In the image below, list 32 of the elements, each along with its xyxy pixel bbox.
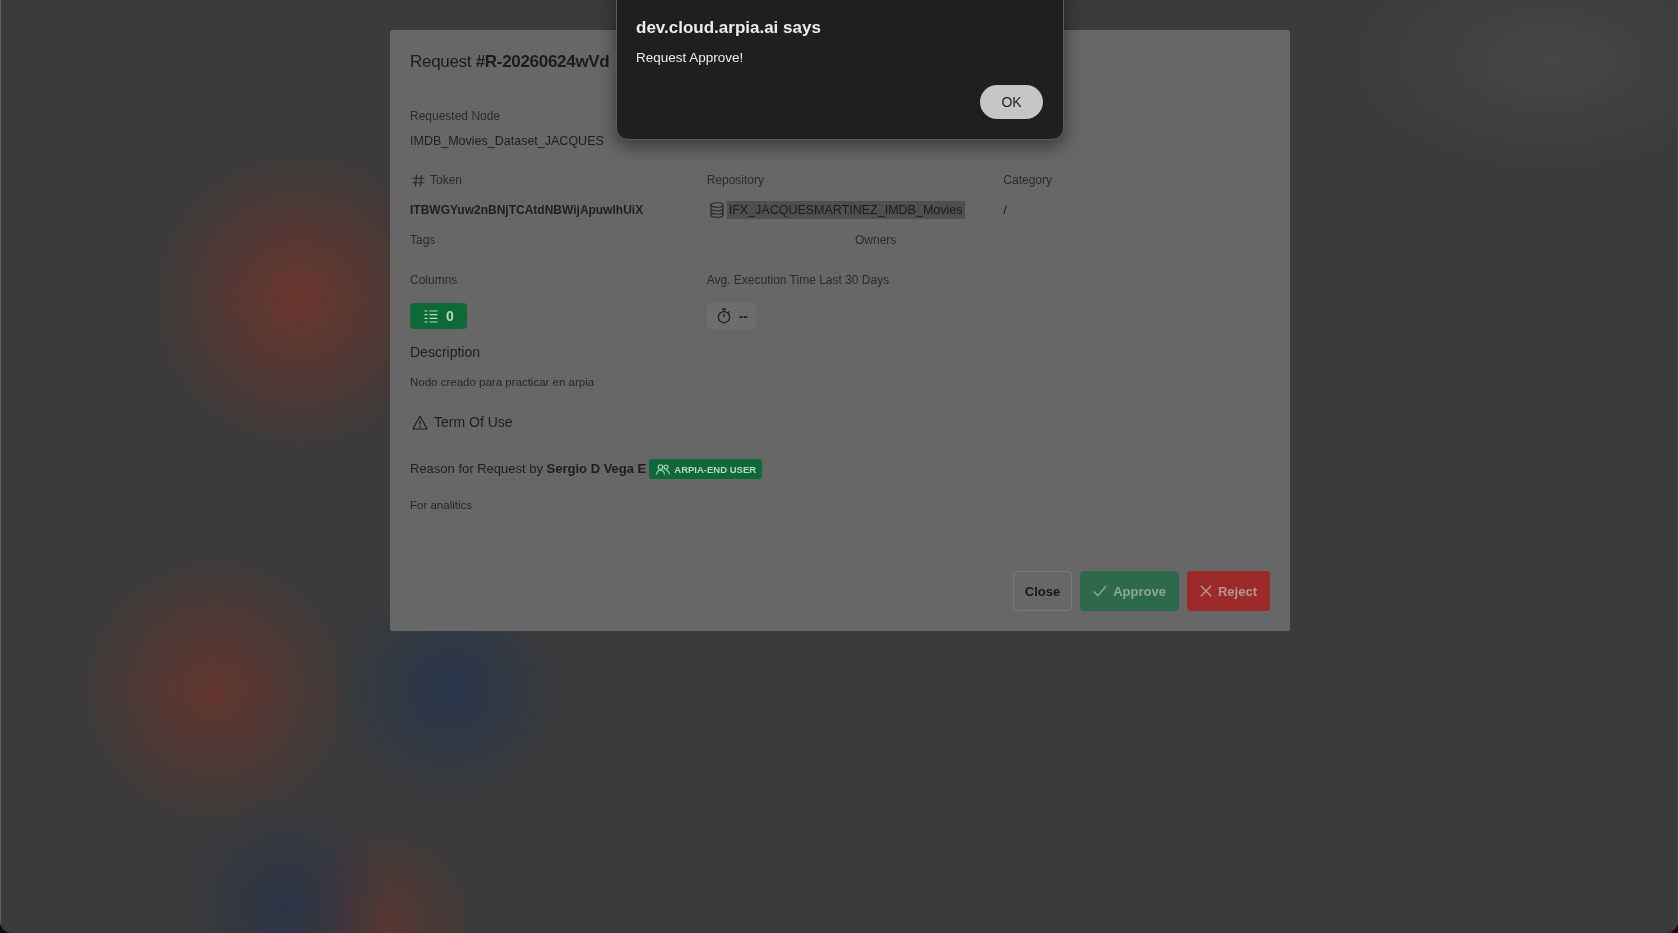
warning-icon [412, 414, 428, 430]
field-label: Repository [706, 172, 764, 188]
columns-list-icon [424, 309, 438, 323]
field-value: IMDB_Movies_Dataset_JACQUES [410, 133, 604, 150]
field-label: Requested Node [410, 108, 501, 124]
terms-of-use-link[interactable]: Term Of Use [434, 413, 513, 431]
check-icon [1093, 585, 1108, 597]
database-icon [709, 202, 724, 218]
role-label: ARPIA-END USER [674, 463, 757, 475]
category-value: / [1003, 201, 1008, 219]
hash-icon [412, 173, 425, 187]
cross-icon [1199, 585, 1212, 597]
reason-heading: Reason for Request by Sergio D Vega E [410, 460, 647, 478]
stopwatch-icon [716, 308, 731, 324]
token-value: ITBWGYuw2nBNjTCAtdNBWijApuwlhUiX [410, 202, 644, 219]
users-icon [656, 463, 671, 475]
reason-text: For analitics [410, 498, 472, 513]
ok-button[interactable]: OK [980, 85, 1043, 119]
field-label: Owners [855, 232, 897, 248]
field-label: Columns [410, 272, 458, 288]
execution-time-value: -- [738, 308, 748, 324]
section-heading: Description [410, 343, 481, 361]
close-button[interactable]: Close [1012, 571, 1073, 611]
field-label: Tags [410, 232, 436, 248]
field-label: Token [430, 172, 463, 188]
alert-title: dev.cloud.arpia.ai says [636, 17, 822, 39]
modal-title: Request #R-20260624wVd [410, 51, 610, 73]
description-text: Nodo creado para practicar en arpia [410, 375, 595, 390]
field-label: Category [1003, 172, 1053, 188]
columns-count: 0 [446, 308, 454, 324]
alert-message: Request Approve! [636, 49, 745, 67]
field-label: Avg. Execution Time Last 30 Days [706, 272, 890, 288]
